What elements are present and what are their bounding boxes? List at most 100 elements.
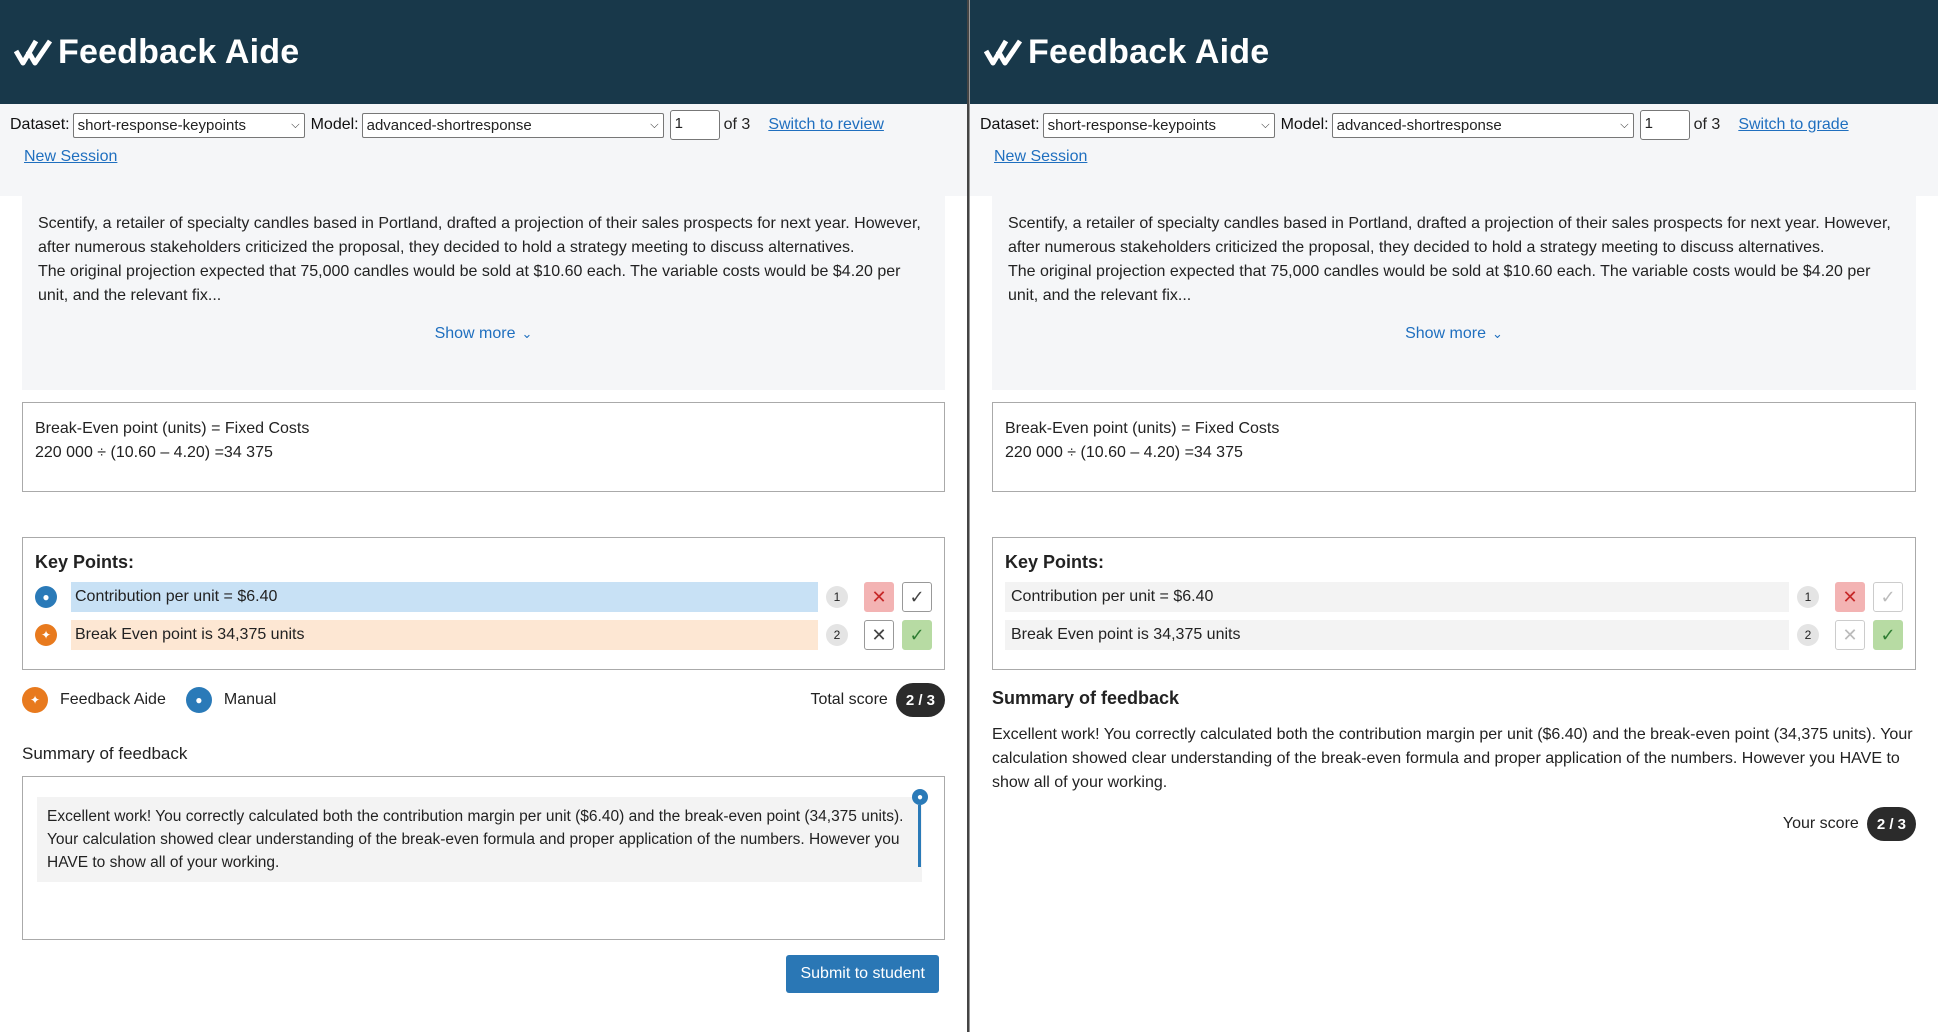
brand-name: Feedback Aide — [1028, 32, 1270, 71]
summary-text[interactable]: Excellent work! You correctly calculated… — [37, 797, 922, 882]
key-point-text: Break Even point is 34,375 units — [1005, 620, 1789, 650]
model-select[interactable]: advanced-shortresponse ⌵ — [361, 112, 664, 138]
dataset-value: short-response-keypoints — [1047, 116, 1217, 134]
chevron-down-icon: ⌵ — [650, 118, 659, 131]
switch-to-review-link[interactable]: Switch to review — [768, 116, 884, 134]
stimulus-paragraph: Scentify, a retailer of specialty candle… — [38, 215, 921, 256]
model-label: Model: — [1280, 116, 1329, 133]
summary-editor[interactable]: Excellent work! You correctly calculated… — [22, 776, 945, 940]
dataset-select[interactable]: short-response-keypoints ⌵ — [1042, 112, 1275, 138]
your-score: Your score 2 / 3 — [1783, 807, 1916, 841]
student-response: Break-Even point (units) = Fixed Costs 2… — [992, 402, 1916, 492]
key-point-text: Contribution per unit = $6.40 — [71, 582, 818, 612]
accept-indicator: ✓ — [1873, 620, 1903, 650]
source-legend: ✦ Feedback Aide ● Manual Total score 2 /… — [22, 683, 945, 717]
key-point-row: Break Even point is 34,375 units 2 ✕ ✓ — [1005, 619, 1903, 651]
key-point-count: 1 — [826, 586, 848, 608]
summary-text: Excellent work! You correctly calculated… — [992, 726, 1913, 791]
item-number-input[interactable]: 1 — [1639, 110, 1690, 140]
show-more-button[interactable]: Show more ⌄ — [38, 322, 929, 346]
key-point-row: ✦ Break Even point is 34,375 units 2 ✕ ✓ — [35, 619, 932, 651]
brand-name: Feedback Aide — [58, 32, 300, 71]
reject-button[interactable]: ✕ — [864, 582, 894, 612]
key-point-count: 2 — [1797, 624, 1819, 646]
checkmark-logo-icon — [14, 39, 53, 66]
review-panel: Feedback Aide Dataset: short-response-ke… — [969, 0, 1938, 1032]
manual-user-icon: ● — [185, 687, 212, 713]
response-line: Break-Even point (units) = Fixed Costs — [1005, 420, 1280, 437]
key-points-box: Key Points: Contribution per unit = $6.4… — [992, 537, 1916, 670]
chevron-down-icon: ⌵ — [291, 118, 300, 131]
chevron-down-icon: ⌵ — [1261, 118, 1270, 131]
stimulus-paragraph: Scentify, a retailer of specialty candle… — [1008, 215, 1891, 256]
dataset-label: Dataset: — [10, 116, 70, 133]
new-session-link[interactable]: New Session — [24, 148, 117, 165]
accept-indicator: ✓ — [1873, 582, 1903, 612]
response-line: Break-Even point (units) = Fixed Costs — [35, 420, 310, 437]
total-score-label: Total score — [810, 691, 888, 708]
response-line: 220 000 ÷ (10.60 – 4.20) =34 375 — [35, 444, 273, 461]
model-value: advanced-shortresponse — [366, 116, 532, 134]
x-icon: ✕ — [871, 624, 887, 645]
show-more-button[interactable]: Show more ⌄ — [1008, 322, 1900, 346]
summary-title: Summary of feedback — [22, 744, 188, 763]
key-point-count: 2 — [826, 624, 848, 646]
dataset-value: short-response-keypoints — [77, 116, 247, 134]
check-icon: ✓ — [909, 624, 925, 645]
feedback-aide-icon: ✦ — [22, 687, 48, 713]
key-point-row: ● Contribution per unit = $6.40 1 ✕ ✓ — [35, 581, 932, 613]
grade-panel: Feedback Aide Dataset: short-response-ke… — [0, 0, 969, 1032]
model-select[interactable]: advanced-shortresponse ⌵ — [1331, 112, 1634, 138]
header-bar: Feedback Aide — [970, 0, 1938, 104]
chevron-down-icon: ⌄ — [521, 326, 533, 341]
x-icon: ✕ — [1842, 624, 1858, 645]
show-more-label: Show more — [1405, 325, 1486, 342]
switch-to-grade-link[interactable]: Switch to grade — [1738, 116, 1848, 134]
key-points-box: Key Points: ● Contribution per unit = $6… — [22, 537, 945, 670]
x-icon: ✕ — [871, 586, 887, 607]
new-session-link[interactable]: New Session — [994, 148, 1087, 165]
stimulus-paragraph: The original projection expected that 75… — [1008, 263, 1871, 304]
item-number-input[interactable]: 1 — [669, 110, 720, 140]
key-point-text: Contribution per unit = $6.40 — [1005, 582, 1789, 612]
reject-button[interactable]: ✕ — [864, 620, 894, 650]
item-total: of 3 — [723, 116, 751, 133]
dataset-select[interactable]: short-response-keypoints ⌵ — [72, 112, 305, 138]
reject-indicator: ✕ — [1835, 620, 1865, 650]
accept-button[interactable]: ✓ — [902, 620, 932, 650]
key-point-count: 1 — [1797, 586, 1819, 608]
logo: Feedback Aide — [14, 33, 299, 72]
check-icon: ✓ — [1880, 624, 1896, 645]
stimulus-paragraph: The original projection expected that 75… — [38, 263, 901, 304]
total-score-badge: 2 / 3 — [895, 683, 945, 717]
show-more-label: Show more — [434, 325, 516, 342]
check-icon: ✓ — [909, 586, 925, 607]
key-points-title: Key Points: — [35, 552, 135, 572]
dataset-label: Dataset: — [980, 116, 1040, 133]
accept-button[interactable]: ✓ — [902, 582, 932, 612]
controls-bar: Dataset: short-response-keypoints ⌵ Mode… — [0, 104, 967, 196]
legend-aide-label: Feedback Aide — [60, 691, 166, 708]
model-label: Model: — [310, 116, 359, 133]
model-value: advanced-shortresponse — [1336, 116, 1502, 134]
feedback-aide-icon: ✦ — [35, 624, 57, 646]
key-points-title: Key Points: — [1005, 552, 1105, 572]
edit-indicator — [918, 805, 921, 867]
manual-user-icon: ● — [35, 586, 57, 608]
legend-manual-label: Manual — [223, 691, 277, 708]
manual-user-icon: ● — [912, 789, 928, 805]
controls-bar: Dataset: short-response-keypoints ⌵ Mode… — [970, 104, 1938, 196]
x-icon: ✕ — [1842, 586, 1858, 607]
key-point-text: Break Even point is 34,375 units — [71, 620, 818, 650]
summary-title: Summary of feedback — [992, 688, 1180, 708]
your-score-label: Your score — [1782, 815, 1859, 832]
item-total: of 3 — [1693, 116, 1721, 133]
your-score-badge: 2 / 3 — [1866, 807, 1916, 841]
logo: Feedback Aide — [984, 33, 1269, 72]
student-response: Break-Even point (units) = Fixed Costs 2… — [22, 402, 945, 492]
chevron-down-icon: ⌄ — [1492, 326, 1503, 341]
chevron-down-icon: ⌵ — [1620, 118, 1629, 131]
submit-to-student-button[interactable]: Submit to student — [786, 955, 939, 993]
header-bar: Feedback Aide — [0, 0, 967, 104]
checkmark-logo-icon — [984, 39, 1023, 66]
